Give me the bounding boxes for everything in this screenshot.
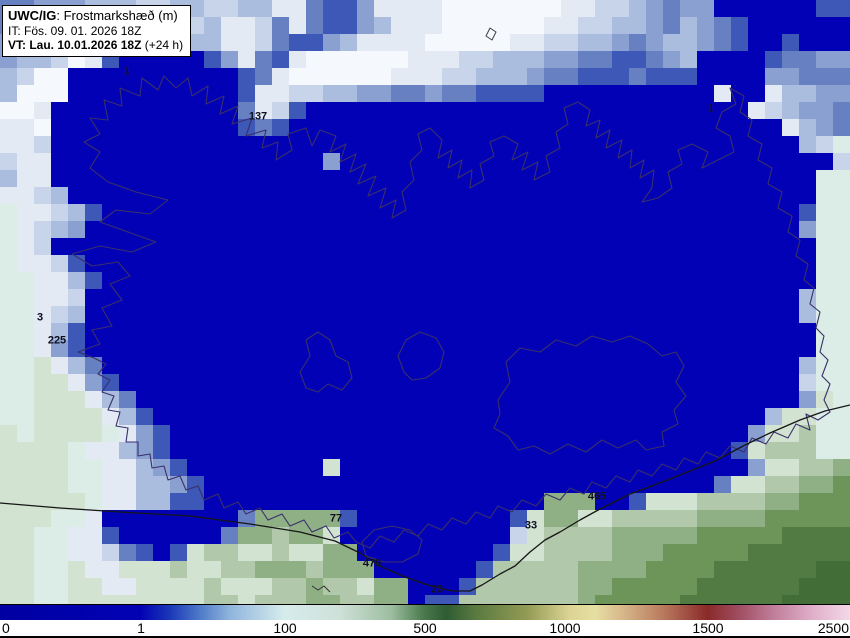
map-title-box: UWC/IG: Frostmarkshæð (m) IT: Fös. 09. 0… [2,5,192,58]
map-value-label: 23 [430,583,444,596]
frost-height-raster [0,0,850,604]
weather-map-viewport: 1 137 1 3 225 77 465 33 479 23 UWC/IG: Frostmarks… [0,0,850,638]
map-title: UWC/IG: Frostmarkshæð (m) [8,8,178,23]
map-value-label: 137 [248,110,268,123]
init-time: IT: Fös. 09. 01. 2026 18Z [8,23,142,38]
map-value-label: 465 [587,490,607,503]
colorbar-tick: 1000 [549,620,581,636]
valid-time: VT: Lau. 10.01.2026 18Z (+24 h) [8,38,184,53]
colorbar: 0 1 100 500 1000 1500 2500 [0,604,850,638]
colorbar-tick: 500 [413,620,437,636]
colorbar-tick: 100 [273,620,297,636]
map-value-label: 33 [524,519,538,532]
map-value-label: 225 [47,334,67,347]
colorbar-tick: 2500 [817,620,849,636]
map-value-label: 1 [707,102,715,115]
map-value-label: 77 [329,512,343,525]
colorbar-tick: 1 [137,620,145,636]
colorbar-gradient [0,604,850,620]
map-value-label: 3 [36,311,44,324]
map-value-label: 479 [362,557,382,570]
colorbar-tick: 1500 [692,620,724,636]
colorbar-tick: 0 [2,620,10,636]
colorbar-tick-labels: 0 1 100 500 1000 1500 2500 [0,620,850,636]
map-value-label: 1 [123,65,131,78]
